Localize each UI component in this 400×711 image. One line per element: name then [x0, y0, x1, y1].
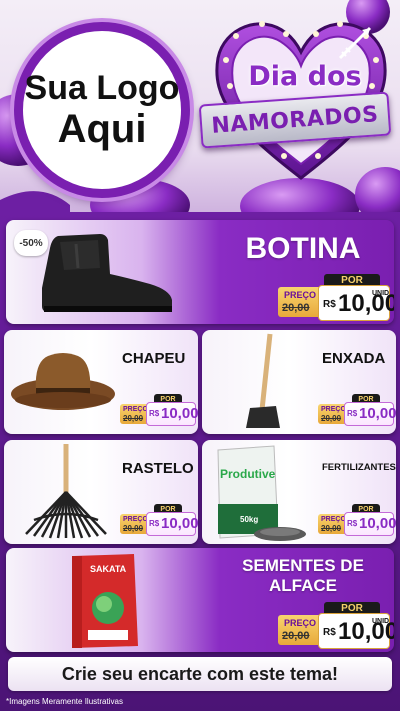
disclaimer-note: *Imagens Meramente Ilustrativas — [6, 697, 123, 706]
old-price: 20,00 — [282, 630, 310, 642]
event-title-line2: NAMORADOS — [210, 101, 380, 139]
price-tag: POR PREÇO 20,00 R$ 10,00 UNID — [278, 602, 394, 649]
boot-image-icon — [42, 234, 172, 312]
bag-weight-text: 50kg — [240, 515, 258, 524]
product-name-line2: ALFACE — [269, 576, 337, 595]
rake-image-icon — [25, 444, 107, 539]
old-price: 20,00 — [123, 414, 144, 423]
price-preco-label: PREÇO — [123, 406, 148, 413]
product-name: ENXADA — [322, 350, 386, 367]
event-title-line1: Dia dos — [248, 61, 362, 92]
new-price: 10,00 — [359, 515, 396, 532]
cupid-arrow-icon — [338, 26, 372, 60]
currency-symbol: R$ — [149, 409, 160, 418]
product-name-line1: SEMENTES DE — [242, 556, 364, 575]
new-price: 10,00 — [161, 515, 198, 532]
flyer-page: Sua Logo Aqui Dia dos NAMORADOS -50% BOT… — [0, 0, 400, 711]
product-name: CHAPEU — [122, 350, 186, 367]
product-name: RASTELO — [122, 460, 194, 477]
hat-image-icon — [11, 353, 115, 410]
product-card-botina[interactable]: -50% BOTINA POR PREÇO 20,00 R$ 10,00 UNI… — [6, 220, 394, 324]
new-price-box: R$ 10,00 UNID — [146, 402, 198, 426]
currency-symbol: R$ — [347, 519, 358, 528]
product-card-sementes-alface[interactable]: SAKATA SEMENTES DE ALFACE POR PREÇO 20,0… — [6, 548, 394, 652]
product-card-chapeu[interactable]: CHAPEU POR PREÇO 20,00 R$ 10,00 UNID — [4, 330, 198, 434]
new-price: 10,00 — [161, 405, 198, 422]
new-price: 10,00 — [359, 405, 396, 422]
price-preco-label: PREÇO — [321, 516, 346, 523]
logo-text-line2: Aqui — [57, 107, 147, 151]
packet-brand-text: SAKATA — [90, 564, 127, 574]
price-tag: POR PREÇO 20,00 R$ 10,00 UNID — [318, 394, 396, 428]
price-tag: POR PREÇO 20,00 R$ 10,00 UNID — [120, 394, 198, 428]
product-name: FERTILIZANTES — [322, 462, 396, 473]
new-price-box: R$ 10,00 UNID — [318, 613, 394, 649]
price-tag: POR PREÇO 20,00 R$ 10,00 UNID — [318, 504, 396, 538]
header-banner: Sua Logo Aqui Dia dos NAMORADOS — [0, 0, 400, 212]
fertilizer-bag-image-icon: Produtive 50kg — [217, 445, 306, 541]
logo-placeholder[interactable]: Sua Logo Aqui — [14, 22, 190, 198]
currency-symbol: R$ — [323, 299, 336, 310]
price-tag: POR PREÇO 20,00 R$ 10,00 UNID — [120, 504, 198, 538]
unit-label: UNID — [372, 290, 390, 297]
product-name: BOTINA — [245, 232, 361, 265]
bag-brand-text: Produtive — [220, 467, 276, 481]
product-card-rastelo[interactable]: RASTELO POR PREÇO 20,00 R$ 10,00 UNID — [4, 440, 198, 544]
new-price-box: R$ 10,00 UNID — [318, 285, 394, 321]
price-preco-label: PREÇO — [321, 406, 346, 413]
price-tag: POR PREÇO 20,00 R$ 10,00 UNID — [278, 274, 394, 321]
product-card-enxada[interactable]: ENXADA POR PREÇO 20,00 R$ 10,00 UNID — [202, 330, 396, 434]
new-price-box: R$ 10,00 UNID — [344, 512, 396, 536]
seed-packet-image-icon: SAKATA — [72, 554, 138, 648]
new-price-box: R$ 10,00 UNID — [146, 512, 198, 536]
price-preco-label: PREÇO — [123, 516, 148, 523]
old-price: 20,00 — [123, 524, 144, 533]
old-price: 20,00 — [321, 524, 342, 533]
old-price: 20,00 — [282, 302, 310, 314]
currency-symbol: R$ — [323, 627, 336, 638]
cta-banner[interactable]: Crie seu encarte com este tema! — [8, 657, 392, 691]
unit-label: UNID — [372, 618, 390, 625]
logo-text-line1: Sua Logo — [24, 69, 180, 107]
price-preco-label: PREÇO — [284, 290, 317, 300]
old-price: 20,00 — [321, 414, 342, 423]
new-price-box: R$ 10,00 UNID — [344, 402, 396, 426]
hoe-image-icon — [246, 333, 280, 428]
currency-symbol: R$ — [347, 409, 358, 418]
currency-symbol: R$ — [149, 519, 160, 528]
price-preco-label: PREÇO — [284, 618, 317, 628]
product-card-fertilizantes[interactable]: Produtive 50kg FERTILIZANTES POR PREÇO 2… — [202, 440, 396, 544]
